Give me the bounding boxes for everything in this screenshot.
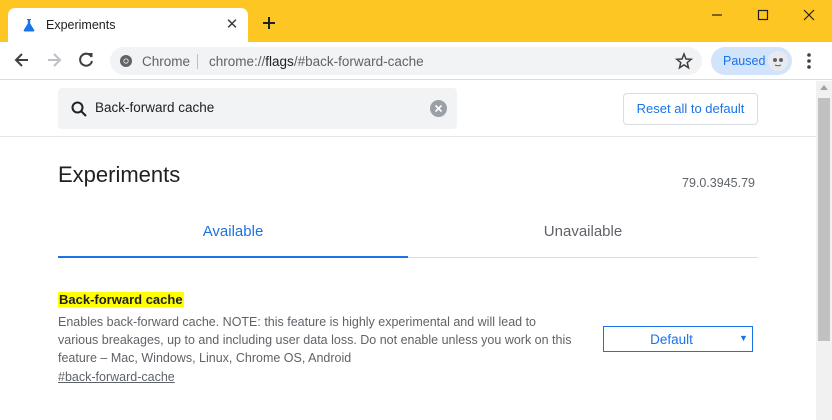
close-window-icon[interactable] — [799, 6, 819, 24]
tab-close-icon[interactable]: ✕ — [224, 17, 240, 33]
flag-anchor-link[interactable]: #back-forward-cache — [58, 370, 175, 384]
url-text[interactable]: chrome://flags/#back-forward-cache — [209, 54, 424, 69]
minimize-icon[interactable] — [707, 6, 727, 24]
avatar-face-icon — [773, 58, 783, 67]
clear-search-icon[interactable] — [430, 100, 447, 117]
flag-state-select[interactable]: Default ▼ — [603, 326, 753, 352]
page-scrollbar[interactable] — [816, 81, 832, 420]
tab-title: Experiments — [46, 18, 116, 32]
scroll-up-icon[interactable] — [820, 85, 828, 90]
maximize-icon[interactable] — [753, 6, 773, 24]
reload-icon[interactable] — [76, 50, 96, 70]
more-menu-icon[interactable] — [806, 51, 812, 71]
flag-description-line: various breakages, up to and including u… — [58, 333, 572, 347]
search-icon — [71, 101, 87, 117]
flags-tabs: Available Unavailable — [58, 212, 758, 258]
flask-icon — [23, 19, 35, 32]
selected-option: Default — [650, 332, 693, 347]
search-header: Back-forward cache Reset all to default — [0, 81, 816, 137]
omnibox-chip: Chrome — [142, 54, 191, 69]
flag-name: Back-forward cache — [58, 292, 184, 307]
scroll-thumb[interactable] — [818, 98, 830, 341]
flag-description-line: feature – Mac, Windows, Linux, Chrome OS… — [58, 351, 352, 365]
tab-available[interactable]: Available — [58, 212, 408, 258]
tab-unavailable[interactable]: Unavailable — [408, 212, 758, 258]
omnibox-separator — [197, 54, 198, 69]
chrome-logo-icon — [120, 55, 132, 67]
reset-all-button[interactable]: Reset all to default — [623, 93, 758, 125]
profile-status: Paused — [723, 54, 766, 68]
flags-page: Back-forward cache Reset all to default … — [0, 81, 816, 420]
flag-description: Enables back-forward cache. NOTE: this f… — [58, 313, 598, 367]
dropdown-arrow-icon: ▼ — [739, 333, 748, 343]
search-input[interactable]: Back-forward cache — [58, 88, 457, 129]
avatar — [768, 51, 788, 71]
new-tab-icon[interactable] — [260, 14, 278, 32]
title-bar: Experiments ✕ — [0, 0, 832, 42]
page-title: Experiments — [58, 162, 181, 187]
flag-description-line: Enables back-forward cache. NOTE: this f… — [58, 315, 537, 329]
version-label: 79.0.3945.79 — [682, 176, 755, 190]
url-path: /#back-forward-cache — [293, 54, 424, 69]
back-icon[interactable] — [12, 50, 32, 70]
search-input-value: Back-forward cache — [95, 100, 215, 115]
address-bar[interactable]: Chrome chrome://flags/#back-forward-cach… — [110, 47, 702, 75]
forward-icon[interactable] — [44, 50, 64, 70]
url-scheme: chrome:// — [209, 54, 266, 69]
url-host: flags — [265, 54, 294, 69]
tab-experiments[interactable]: Experiments ✕ — [8, 8, 248, 42]
bookmark-star-icon[interactable] — [675, 52, 693, 70]
browser-toolbar: Chrome chrome://flags/#back-forward-cach… — [0, 42, 832, 80]
profile-paused-button[interactable]: Paused — [711, 47, 792, 75]
